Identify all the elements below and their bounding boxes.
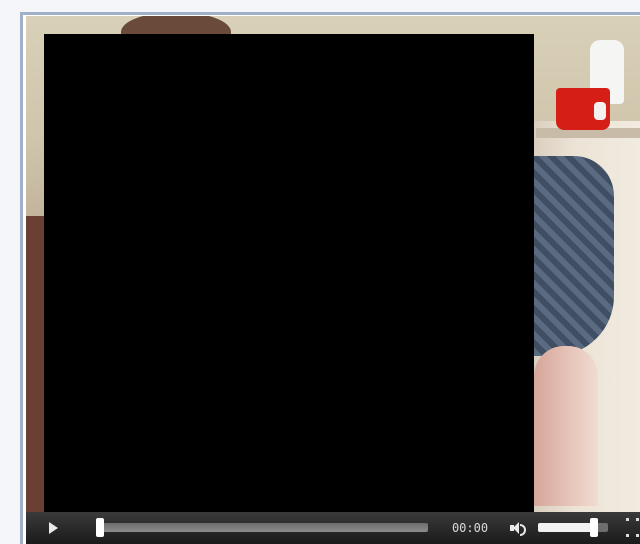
control-bar: 00:00: [26, 512, 640, 544]
mute-button[interactable]: [508, 519, 526, 537]
volume-icon-cone: [513, 522, 519, 534]
page: 00:00: [0, 0, 640, 544]
redaction-box: [44, 34, 534, 516]
volume-handle[interactable]: [590, 518, 598, 537]
play-button[interactable]: [46, 520, 62, 536]
fullscreen-icon-corner-br: [636, 534, 639, 537]
scene-cup-label: [594, 102, 606, 120]
volume-level: [538, 523, 594, 532]
fullscreen-icon-corner-bl: [626, 534, 629, 537]
fullscreen-icon-corner-tr: [636, 518, 639, 521]
seek-bar[interactable]: [96, 523, 428, 532]
seek-handle[interactable]: [96, 518, 104, 537]
fullscreen-icon: [626, 518, 629, 521]
scene-plaid-shirt: [526, 156, 614, 356]
current-time: 00:00: [451, 521, 489, 535]
scene-arm: [534, 346, 598, 506]
volume-icon-wave: [520, 524, 526, 536]
play-icon: [49, 522, 58, 534]
fullscreen-button[interactable]: [626, 518, 640, 538]
